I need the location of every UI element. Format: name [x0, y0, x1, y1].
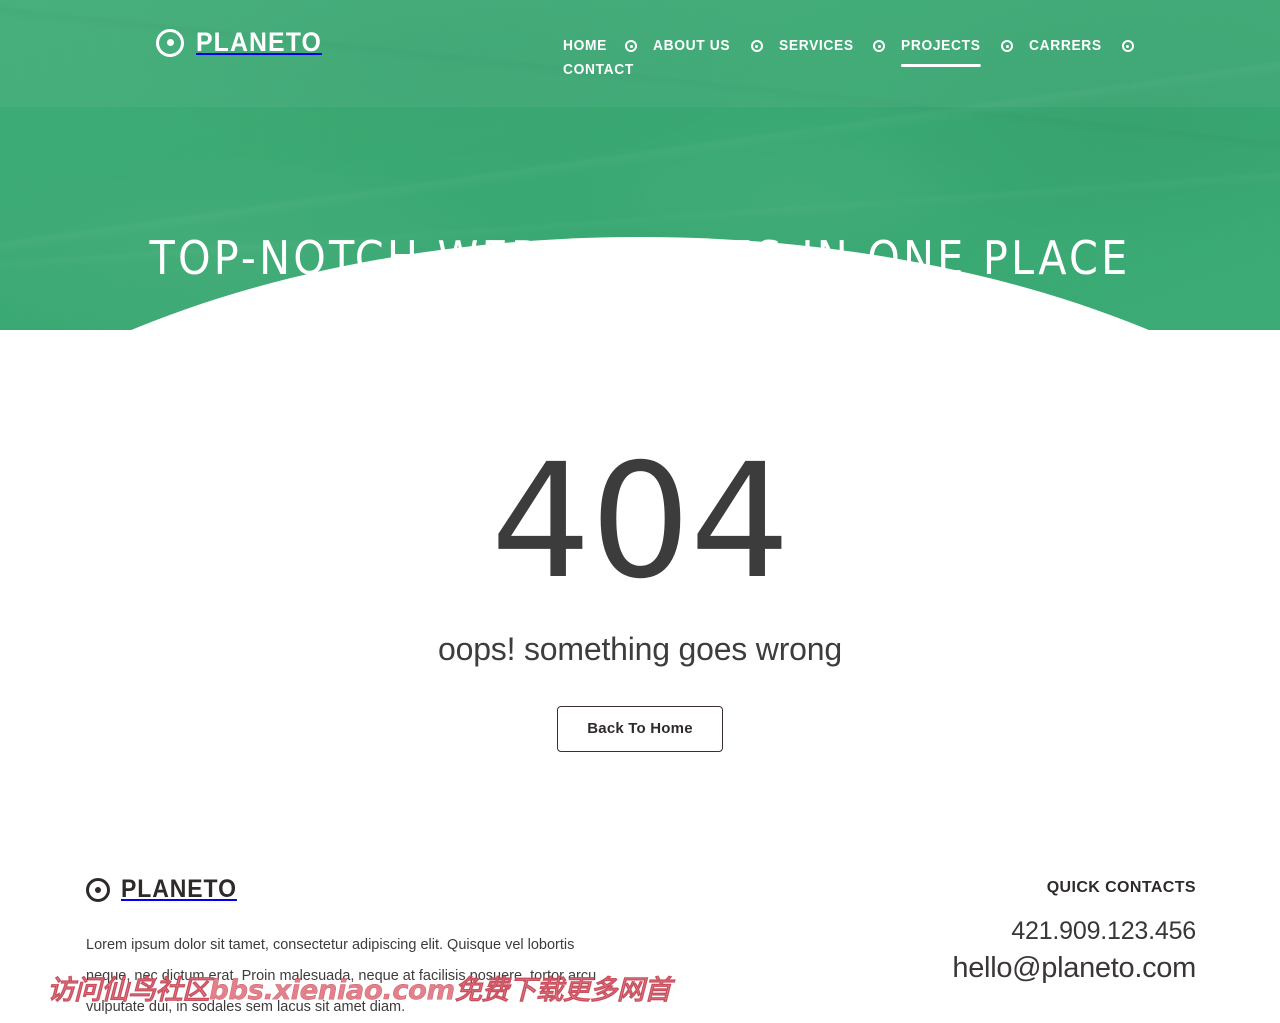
circle-dot-icon — [86, 877, 110, 902]
nav-item-about-us[interactable]: ABOUT US — [653, 34, 730, 58]
circle-dot-icon — [156, 28, 184, 57]
error-section: 404 oops! something goes wrong Back To H… — [0, 330, 1280, 752]
hero-header: PLANETO HOME ABOUT US SERVICES PROJECTS … — [0, 0, 1280, 330]
circle-dot-icon — [1121, 40, 1134, 52]
site-footer: PLANETO Lorem ipsum dolor sit tamet, con… — [0, 862, 1280, 1015]
nav-item-contact[interactable]: CONTACT — [563, 58, 634, 82]
circle-dot-icon — [750, 40, 763, 52]
footer-description: Lorem ipsum dolor sit tamet, consectetur… — [86, 937, 597, 1015]
circle-dot-icon — [1001, 40, 1014, 52]
error-code: 404 — [490, 430, 791, 614]
main-navigation: HOME ABOUT US SERVICES PROJECTS CARRERS … — [563, 34, 1203, 82]
nav-item-home[interactable]: HOME — [563, 34, 607, 58]
nav-item-projects[interactable]: PROJECTS — [901, 34, 981, 67]
nav-item-carrers[interactable]: CARRERS — [1029, 34, 1102, 58]
footer-brand-logo[interactable]: PLANETO — [86, 875, 626, 904]
contact-email[interactable]: hello@planeto.com — [776, 946, 1196, 985]
footer-quick-contacts: QUICK CONTACTS 421.909.123.456 hello@pla… — [776, 879, 1196, 985]
hero-title: TOP-NOTCH WEB SERVICES IN ONE PLACE — [149, 230, 1131, 285]
circle-dot-icon — [873, 40, 886, 52]
brand-logo[interactable]: PLANETO — [156, 27, 333, 58]
brand-name: PLANETO — [196, 27, 322, 57]
circle-dot-icon — [625, 40, 638, 52]
contact-phone[interactable]: 421.909.123.456 — [776, 897, 1196, 946]
nav-item-services[interactable]: SERVICES — [779, 34, 854, 58]
footer-about: PLANETO Lorem ipsum dolor sit tamet, con… — [86, 875, 626, 1023]
footer-brand-name: PLANETO — [121, 875, 237, 903]
quick-contacts-title: QUICK CONTACTS — [1046, 879, 1196, 896]
back-to-home-button[interactable]: Back To Home — [557, 706, 723, 752]
error-action-wrap: Back To Home — [0, 668, 1280, 752]
navbar: PLANETO HOME ABOUT US SERVICES PROJECTS … — [0, 0, 1280, 107]
